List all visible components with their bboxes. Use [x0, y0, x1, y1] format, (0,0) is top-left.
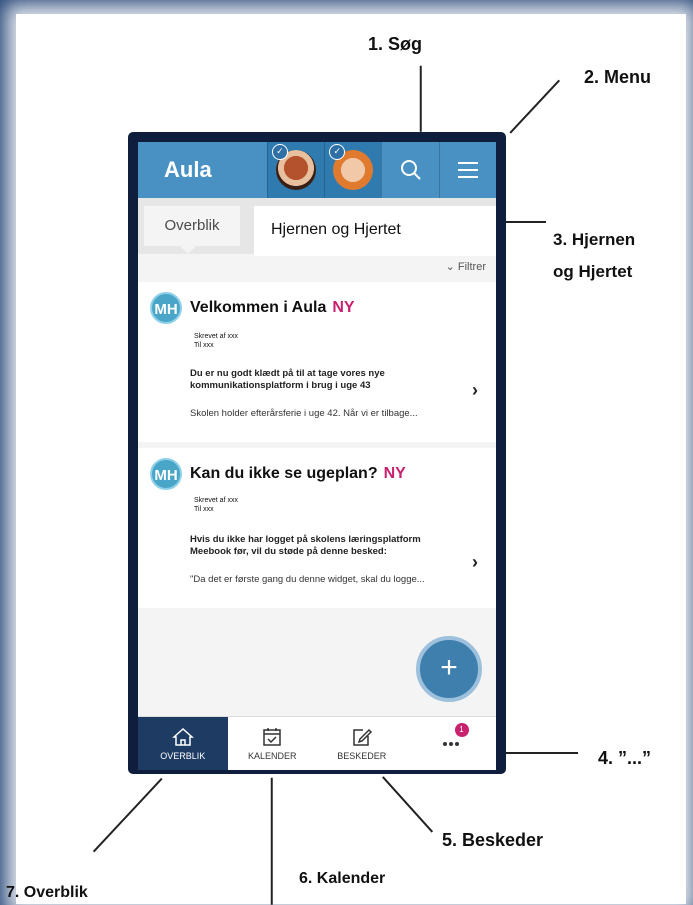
calendar-icon: [263, 728, 281, 746]
post-card-2[interactable]: MH Kan du ikke se ugeplan? NY Skrevet af …: [138, 448, 496, 608]
app-screen: Aula ✓ ✓ Overblik Hjernen og Hjertet ⌄ F…: [138, 142, 496, 770]
nav-kalender[interactable]: KALENDER: [228, 717, 318, 770]
written-by: Skrevet af xxx: [194, 497, 238, 504]
post-title-text: Velkommen i Aula: [190, 299, 327, 316]
check-icon: ✓: [271, 144, 288, 160]
aula-logo: Aula: [164, 157, 212, 182]
hjernen-pointer-line: [506, 221, 546, 223]
written-by: Skrevet af xxx: [194, 333, 238, 340]
search-button[interactable]: [381, 142, 438, 198]
post-meta: Skrevet af xxx Til xxx: [194, 332, 238, 350]
new-badge: NY: [332, 299, 355, 316]
nav-beskeder[interactable]: BESKEDER: [317, 717, 407, 770]
recipient: Til xxx: [194, 342, 214, 349]
bottom-nav: OVERBLIK KALENDER BESKEDER 1: [138, 716, 496, 770]
home-icon: [171, 727, 194, 746]
new-badge: NY: [383, 465, 406, 482]
annotation-hjernen-2: og Hjertet: [553, 262, 633, 281]
child-avatar-2[interactable]: ✓: [324, 142, 382, 198]
recipient: Til xxx: [194, 506, 214, 513]
annotation-more: 4. ”...”: [598, 748, 652, 768]
avatar: ✓: [329, 144, 374, 190]
annotation-search: 1. Søg: [368, 34, 423, 54]
nav-label: KALENDER: [247, 751, 297, 761]
annotation-menu: 2. Menu: [584, 67, 652, 87]
hjernen-og-hjertet-dropdown[interactable]: Hjernen og Hjertet: [254, 206, 496, 256]
tab-overblik[interactable]: Overblik: [144, 206, 240, 246]
author-avatar: MH: [150, 458, 182, 490]
post-card-1[interactable]: MH Velkommen i Aula NY Skrevet af xxx Til…: [138, 282, 496, 442]
nav-more[interactable]: 1: [407, 717, 497, 770]
post-meta: Skrevet af xxx Til xxx: [194, 496, 238, 514]
compose-icon: [353, 728, 372, 746]
more-pointer-line: [506, 752, 578, 754]
annotation-messages: 5. Beskeder: [442, 830, 544, 850]
tabs-row: Overblik Hjernen og Hjertet: [138, 198, 496, 256]
annotation-overview: 7. Overblik: [6, 884, 88, 901]
nav-overblik[interactable]: OVERBLIK: [138, 717, 228, 770]
post-title-text: Kan du ikke se ugeplan?: [190, 465, 378, 482]
avatar: ✓: [271, 144, 316, 190]
chevron-right-icon[interactable]: ›: [472, 380, 478, 401]
post-title: Velkommen i Aula NY: [190, 299, 355, 317]
annotation-calendar: 6. Kalender: [299, 870, 386, 887]
post-body: Du er nu godt klædt på til at tage vores…: [190, 368, 385, 391]
annotation-hjernen-1: 3. Hjernen: [553, 230, 636, 249]
post-body: Hvis du ikke har logget på skolens lærin…: [190, 534, 421, 557]
add-button[interactable]: +: [416, 636, 482, 702]
post-title: Kan du ikke se ugeplan? NY: [190, 465, 406, 483]
check-icon: ✓: [329, 144, 346, 160]
calendar-pointer-line: [271, 777, 273, 905]
child-avatar-1[interactable]: ✓: [266, 142, 325, 198]
tab-pointer: [178, 244, 198, 254]
hamburger-menu-icon: [457, 162, 478, 178]
top-bar: Aula ✓ ✓: [138, 142, 496, 198]
post-preview: Skolen holder efterårsferie i uge 42. Nå…: [190, 408, 418, 419]
nav-label: BESKEDER: [337, 751, 387, 761]
chevron-right-icon[interactable]: ›: [472, 552, 478, 573]
nav-label: OVERBLIK: [160, 751, 206, 761]
post-preview: "Da det er første gang du denne widget, …: [190, 574, 425, 585]
menu-button[interactable]: [438, 142, 496, 198]
search-pointer-line: [420, 65, 422, 132]
filter-button[interactable]: ⌄ Filtrer: [446, 260, 486, 273]
author-avatar: MH: [150, 292, 182, 324]
phone-frame: Aula ✓ ✓ Overblik Hjernen og Hjertet ⌄ F…: [128, 132, 506, 774]
search-icon: [400, 160, 421, 180]
notification-badge: 1: [454, 723, 469, 737]
